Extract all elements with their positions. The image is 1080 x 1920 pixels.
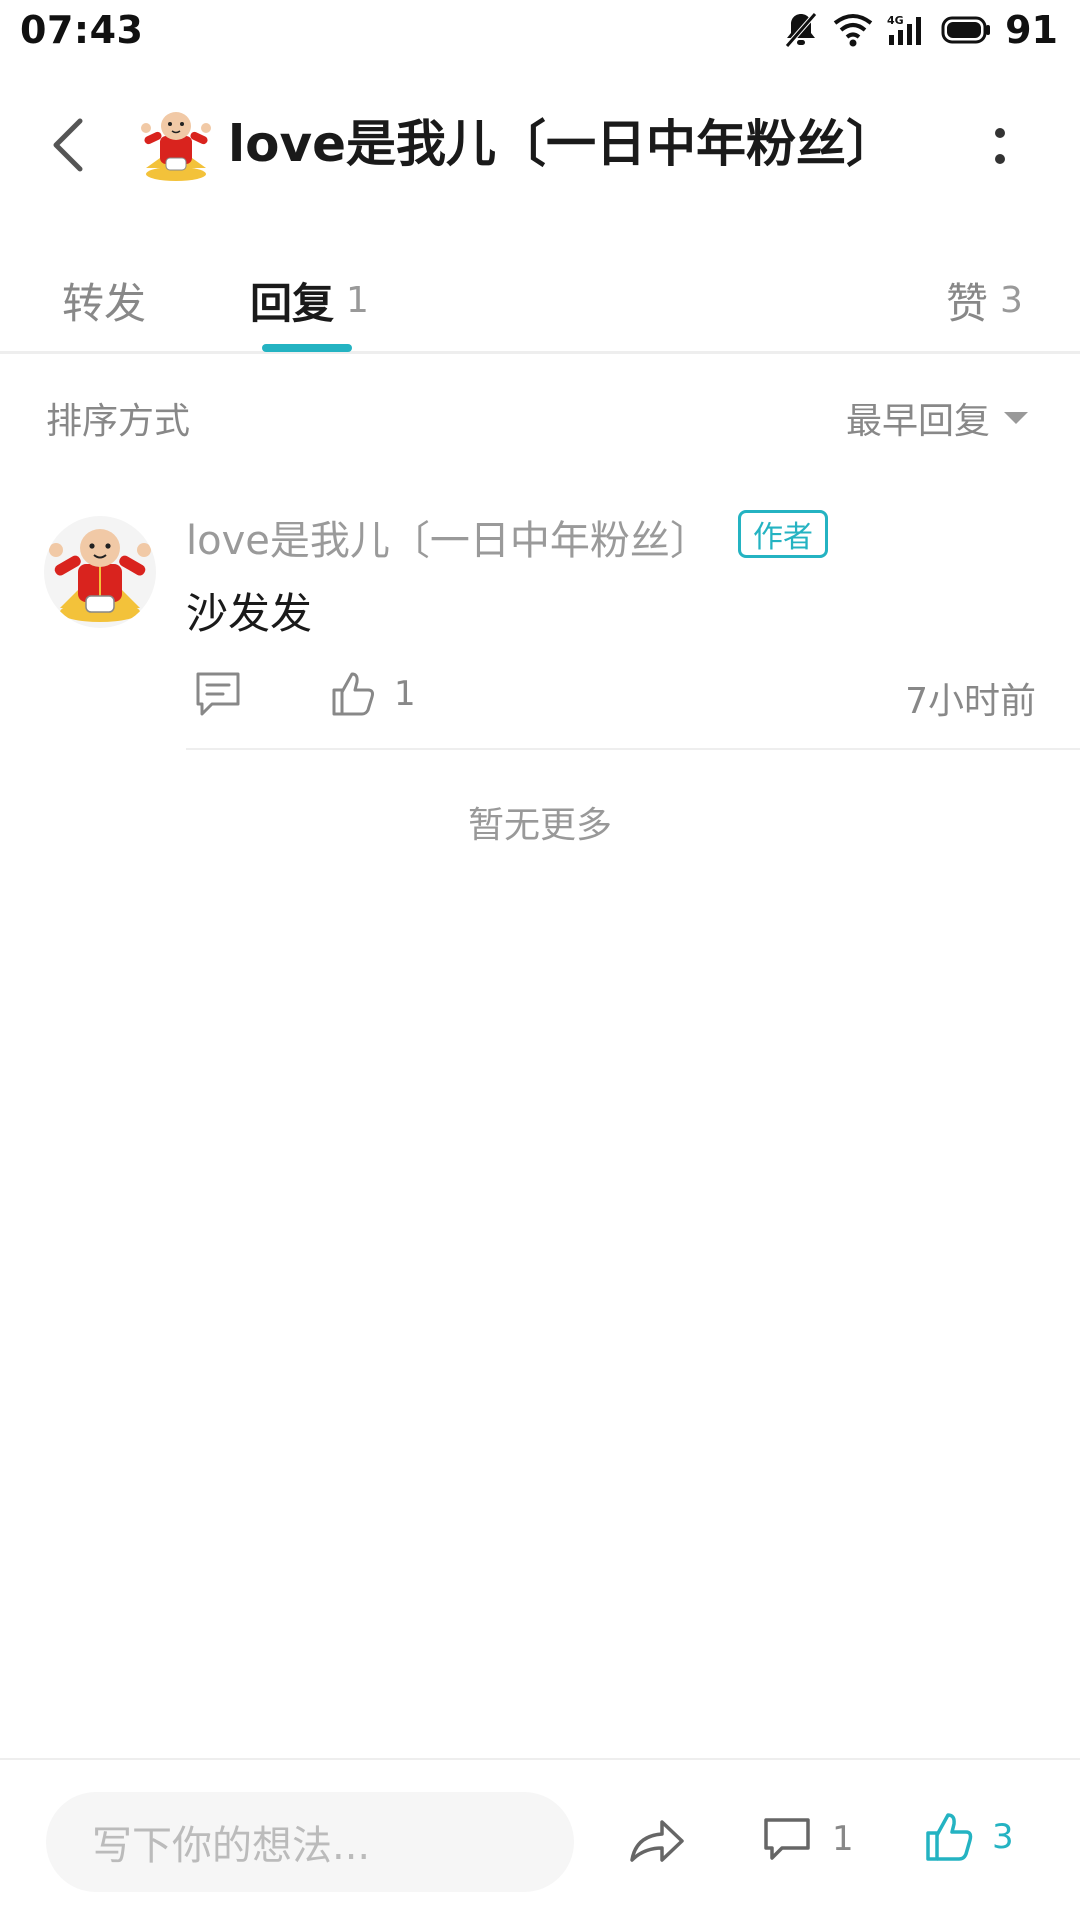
comment-input[interactable]: 写下你的想法... xyxy=(46,1792,574,1892)
comment-like-button[interactable]: 1 xyxy=(330,664,416,724)
chevron-left-icon xyxy=(53,118,83,172)
comment-like-count: 1 xyxy=(394,674,416,714)
divider xyxy=(186,748,1080,750)
thumbs-up-icon xyxy=(926,1813,973,1861)
battery-icon xyxy=(941,15,991,45)
reply-button[interactable] xyxy=(192,668,244,720)
status-icons: 4G 91 xyxy=(783,8,1058,52)
share-arrow-icon xyxy=(630,1820,684,1862)
avatar[interactable] xyxy=(44,516,156,628)
share-button[interactable] xyxy=(626,1810,688,1872)
bottom-action-bar: 写下你的想法... 1 3 xyxy=(0,1758,1080,1920)
header-avatar[interactable] xyxy=(140,106,212,182)
battery-level: 91 xyxy=(1005,8,1058,52)
active-tab-indicator xyxy=(262,344,352,352)
caret-down-icon xyxy=(1004,412,1028,424)
back-button[interactable] xyxy=(40,114,96,176)
vertical-dots-icon-dot xyxy=(995,154,1005,164)
tab-count: 1 xyxy=(346,279,369,321)
comment-count: 1 xyxy=(832,1819,854,1859)
more-options-button[interactable] xyxy=(976,118,1024,174)
tab-replies[interactable]: 回复 1 xyxy=(250,250,369,350)
no-more-label: 暂无更多 xyxy=(467,805,612,846)
tab-likes[interactable]: 赞 3 xyxy=(946,250,1023,350)
tab-label: 回复 xyxy=(250,278,335,328)
comment-time: 7小时前 xyxy=(905,681,1036,722)
comment-actions: 1 7小时前 xyxy=(186,664,1036,728)
comment-author[interactable]: love是我儿〔一日中年粉丝〕 xyxy=(186,508,710,566)
page-title: love是我儿〔一日中年粉丝〕 xyxy=(228,115,896,173)
cellular-signal-icon: 4G xyxy=(887,13,927,47)
tab-count: 3 xyxy=(1000,279,1023,321)
thumbs-up-icon xyxy=(332,672,374,716)
tab-bar: 转发 回复 1 赞 3 xyxy=(0,250,1080,354)
network-type-label: 4G xyxy=(887,14,904,27)
tab-label: 转发 xyxy=(62,278,147,328)
sort-value: 最早回复 xyxy=(845,401,990,442)
author-badge: 作者 xyxy=(738,510,828,558)
vertical-dots-icon xyxy=(995,128,1005,138)
sort-dropdown[interactable]: 最早回复 xyxy=(846,392,1028,444)
reply-screen: 07:43 4G 91 love是我儿〔一日中年粉丝〕 转发 回复 1 赞 3 … xyxy=(0,0,1080,1920)
like-button[interactable]: 3 xyxy=(924,1802,1014,1872)
tab-repost[interactable]: 转发 xyxy=(62,250,146,350)
comment-bubble-icon xyxy=(764,1818,810,1860)
sort-row: 排序方式 最早回复 xyxy=(0,386,1080,446)
wifi-icon xyxy=(833,13,873,47)
header: love是我儿〔一日中年粉丝〕 xyxy=(0,100,1080,190)
bell-muted-icon xyxy=(783,10,819,50)
like-count: 3 xyxy=(992,1817,1014,1857)
reply-bubble-icon xyxy=(196,672,240,716)
tab-label: 赞 xyxy=(946,278,989,328)
status-time: 07:43 xyxy=(20,8,144,52)
comment-count-button[interactable]: 1 xyxy=(762,1804,854,1874)
sort-label: 排序方式 xyxy=(46,401,191,442)
comment-text: 沙发发 xyxy=(186,589,313,638)
comment-item: love是我儿〔一日中年粉丝〕 作者 沙发发 1 7小时前 xyxy=(0,500,1080,752)
status-bar: 07:43 4G 91 xyxy=(0,0,1080,60)
